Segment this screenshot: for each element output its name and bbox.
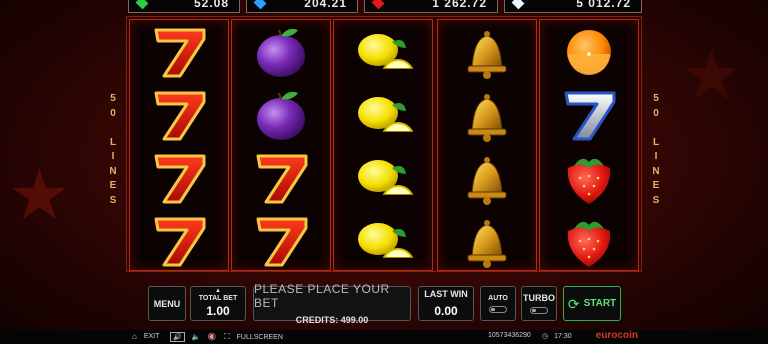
ruby-icon [371,0,385,10]
strawberry-symbol-icon [540,146,638,209]
bell-symbol-icon [438,146,536,209]
lines-char: 0 [110,107,116,119]
last-win-value: 0.00 [434,304,458,318]
fullscreen-button[interactable]: ⛶ FULLSCREEN [224,332,283,342]
seven-symbol-icon [232,146,330,209]
turbo-button[interactable]: TURBO [521,286,557,321]
lemon-symbol-icon [334,20,432,83]
auto-label: AUTO [488,294,508,302]
mute-icon[interactable]: 🔇 [207,333,216,341]
reels-area [126,16,642,272]
turbo-label: TURBO [523,293,555,303]
jackpot-value: 5 012.72 [576,0,631,10]
lines-char: N [652,165,660,177]
refresh-icon: ⟳ [567,295,580,312]
last-win-label: LAST WIN [424,289,468,299]
lines-char: E [109,180,117,191]
bell-symbol-icon [438,209,536,272]
status-bar: ⌂ EXIT 🔊 🔈 🔇 ⛶ FULLSCREEN 10573436290 ◷ … [0,330,768,344]
seven-symbol-icon [130,20,228,83]
exit-label: EXIT [143,333,160,340]
clock-icon: ◷ [542,333,549,340]
lines-char: 5 [653,93,659,104]
fullscreen-icon: ⛶ [224,332,230,341]
lines-char [648,121,664,136]
bell-symbol-icon [438,20,536,83]
lines-label-left: 5 0 L I N E S [105,92,121,208]
reel-2 [231,19,331,271]
fullscreen-label: FULLSCREEN [236,333,283,341]
home-icon: ⌂ [132,332,137,341]
jackpot-bar: 52.08 204.21 1 262.72 5 012.72 [0,0,768,14]
lines-char: 5 [110,93,116,104]
lemon-symbol-icon [334,209,432,272]
clock: ◷ 17:30 [542,332,572,341]
lemon-symbol-icon [334,146,432,209]
lines-char: I [654,151,658,162]
lemon-symbol-icon [334,83,432,146]
lines-char: L [109,136,117,148]
credits-display: CREDITS: 499.00 [295,315,369,325]
lines-char: N [109,165,117,177]
seven-symbol-icon [130,209,228,272]
last-win-panel: LAST WIN 0.00 [418,286,474,321]
background-star-icon: ★ [8,156,71,234]
sapphire-icon [253,0,267,10]
silver-seven-symbol-icon [540,83,638,146]
jackpot-emerald: 52.08 [128,0,240,13]
seven-symbol-icon [130,83,228,146]
sound-toggle-icon[interactable]: 🔊 [170,332,185,342]
emerald-icon [135,0,149,10]
plum-symbol-icon [232,83,330,146]
reel-4 [437,19,537,271]
lines-label-right: 5 0 L I N E S [648,92,664,208]
background-star-icon: ★ [680,36,743,114]
brand-logo: eurocoin [595,330,638,341]
reel-3 [333,19,433,271]
lines-char: S [109,194,117,206]
status-message: PLEASE PLACE YOUR BET [254,282,390,310]
total-bet-value: 1.00 [206,304,230,318]
message-panel: PLEASE PLACE YOUR BET CREDITS: 499.00 [253,282,411,325]
menu-label: MENU [153,298,181,309]
jackpot-value: 52.08 [193,0,229,10]
bell-symbol-icon [438,83,536,146]
jackpot-sapphire: 204.21 [246,0,358,13]
clock-time: 17:30 [554,332,572,340]
orange-symbol-icon [540,20,638,83]
lines-char: I [111,151,115,162]
diamond-icon [511,0,525,10]
reel-5 [539,19,639,271]
auto-button[interactable]: AUTO [480,286,516,321]
plum-symbol-icon [232,20,330,83]
exit-button[interactable]: ⌂ EXIT [132,332,159,341]
jackpot-value: 1 262.72 [432,0,487,10]
total-bet-selector[interactable]: ▲ TOTAL BET 1.00 [190,286,246,321]
volume-icon[interactable]: 🔈 [192,333,201,341]
session-id: 10573436290 [488,332,531,339]
chevron-up-icon: ▲ [215,288,221,294]
lines-char: S [652,194,660,206]
reel-1 [129,19,229,271]
toggle-icon [530,307,548,314]
jackpot-diamond: 5 012.72 [504,0,642,13]
seven-symbol-icon [232,209,330,272]
start-label: START [583,298,617,309]
lines-char: E [652,180,660,191]
lines-char: L [652,136,660,148]
lines-char: 0 [653,107,659,119]
lines-char [105,121,121,136]
total-bet-label: TOTAL BET [198,295,238,302]
strawberry-symbol-icon [540,209,638,272]
menu-button[interactable]: MENU [148,286,186,321]
sound-controls: 🔊 🔈 🔇 [170,332,216,342]
toggle-icon [489,305,507,313]
seven-symbol-icon [130,146,228,209]
jackpot-value: 204.21 [304,0,347,10]
start-button[interactable]: ⟳ START [563,286,621,321]
jackpot-ruby: 1 262.72 [364,0,498,13]
